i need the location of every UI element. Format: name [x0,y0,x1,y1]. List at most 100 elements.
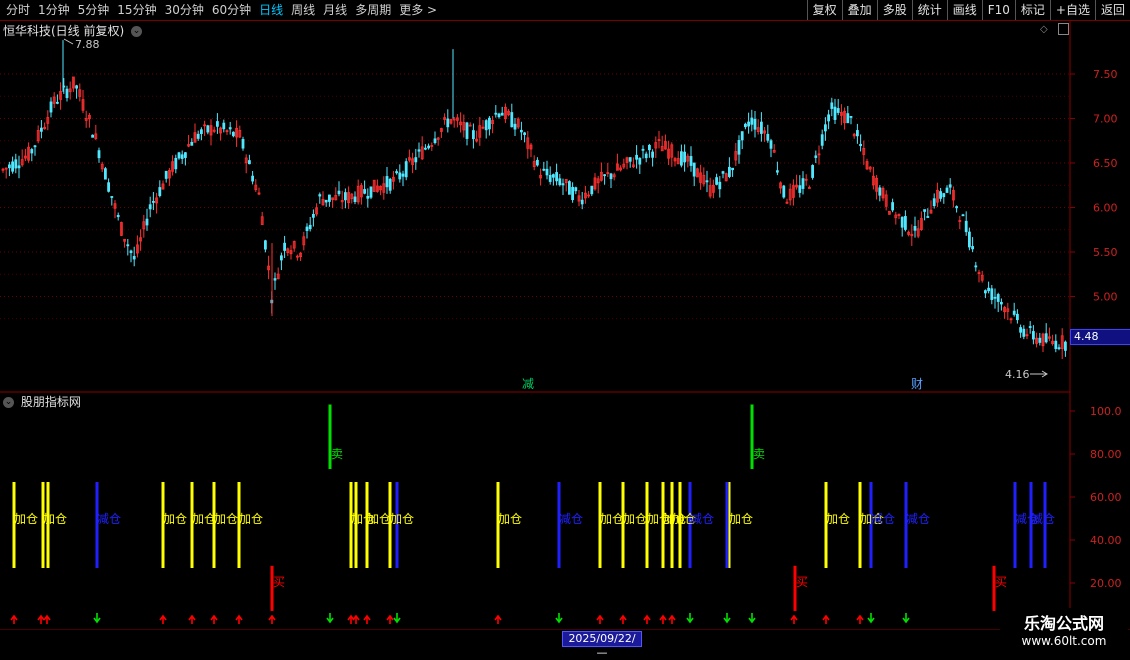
candle-body [484,120,488,131]
candle-body [151,201,155,203]
candle-body [744,123,747,128]
chevron-down-icon[interactable]: ⌄ [3,397,14,408]
candle-body [145,218,149,226]
up-arrow-icon [668,614,676,624]
candle-body [561,183,565,186]
period-tab[interactable]: 多周期 [351,0,395,20]
candle-body [104,168,107,180]
low-price-label: 4.16 [1005,368,1030,381]
candle-body [337,190,341,195]
candle-body [769,140,773,149]
candle-body [91,134,94,138]
candle-body [721,171,725,174]
reduce-label: 减仓 [97,512,121,526]
buy-label: 买 [273,575,285,589]
kline-chart[interactable]: 7.50 7.00 6.50 6.00 5.50 5.00 7.88 4.16 减 财 100.0 8… [0,21,1130,630]
candle-body [964,220,968,233]
period-tab[interactable]: 15分钟 [113,0,160,20]
candle-body [913,225,917,231]
candle-body [536,159,539,166]
candle-body [30,149,34,154]
candle-body [568,181,571,195]
candle-body [974,265,978,268]
candle-body [849,116,853,118]
up-arrow-icon [596,614,604,624]
candle-body [520,129,523,133]
candle-body [731,167,734,171]
indicator-title-text: 股朋指标网 [20,395,81,409]
candle-body [603,174,606,177]
tool-button[interactable]: 标记 [1014,0,1050,20]
candle-body [996,294,1000,302]
y-tick-label: 6.00 [1093,202,1118,215]
reduce-label: 减仓 [559,512,583,526]
candle-body [1057,347,1061,350]
down-arrow-icon [326,613,334,624]
add-label: 加仓 [192,512,216,526]
tool-button[interactable]: 复权 [806,0,842,20]
reduce-label: 减仓 [1031,512,1055,526]
y-tick-label: 5.50 [1093,246,1118,259]
candle-body [11,161,15,172]
candle-body [17,165,21,169]
candle-body [14,159,18,169]
tool-button[interactable]: F10 [981,0,1015,20]
tool-button[interactable]: 返回 [1094,0,1130,20]
candle-body [97,150,101,159]
candle-body [308,224,312,230]
candle-body [215,121,219,127]
candle-body [830,102,834,109]
up-arrow-icon [822,614,830,624]
period-tab[interactable]: 周线 [287,0,319,20]
period-tab[interactable]: 分时 [2,0,34,20]
tool-button[interactable]: 统计 [911,0,947,20]
down-arrow-icon [723,613,731,624]
candle-body [558,178,562,186]
candle-body [571,186,574,201]
up-arrow-icon [210,614,218,624]
candle-body [65,88,69,99]
period-tab[interactable]: 60分钟 [208,0,255,20]
indicator-title: ⌄ 股朋指标网 [3,393,81,410]
add-label: 加仓 [390,512,414,526]
candle-body [494,112,498,115]
candle-body [638,157,642,165]
tool-button[interactable]: +自选 [1049,0,1095,20]
add-label: 加仓 [163,512,187,526]
candle-body [324,199,328,203]
candle-body [878,187,882,196]
cursor-date: 2025/09/22/— [562,631,642,659]
candle-body [689,156,693,166]
period-tab[interactable]: 30分钟 [161,0,208,20]
candle-body [552,174,555,178]
candle-body [993,296,997,299]
add-label: 加仓 [623,512,647,526]
candle-body [846,113,850,124]
period-tab[interactable]: 更多 > [395,0,441,20]
candle-body [497,113,501,118]
tool-button[interactable]: 多股 [876,0,912,20]
add-label: 加仓 [214,512,238,526]
tool-button[interactable]: 画线 [946,0,982,20]
up-arrow-icon [352,614,360,624]
reduce-marker: 减 [522,377,534,391]
tool-buttons: 复权 叠加 多股 统计 画线 F10 标记 +自选 返回 [806,0,1130,20]
candle-body [945,187,949,193]
candle-body [891,202,894,211]
add-label: 加仓 [43,512,67,526]
period-tab[interactable]: 月线 [319,0,351,20]
period-tab[interactable]: 1分钟 [34,0,74,20]
period-tab[interactable]: 日线 [255,0,287,20]
candle-body [318,194,322,197]
candle-body [609,173,613,180]
candle-body [190,141,194,146]
current-price-tag: 4.48 [1070,329,1130,345]
candle-body [56,101,59,104]
candle-body [648,144,651,151]
candle-body [513,123,517,130]
tool-button[interactable]: 叠加 [841,0,877,20]
candle-body [353,196,357,203]
period-tab[interactable]: 5分钟 [74,0,114,20]
candle-body [363,189,367,194]
candle-body [824,124,827,132]
